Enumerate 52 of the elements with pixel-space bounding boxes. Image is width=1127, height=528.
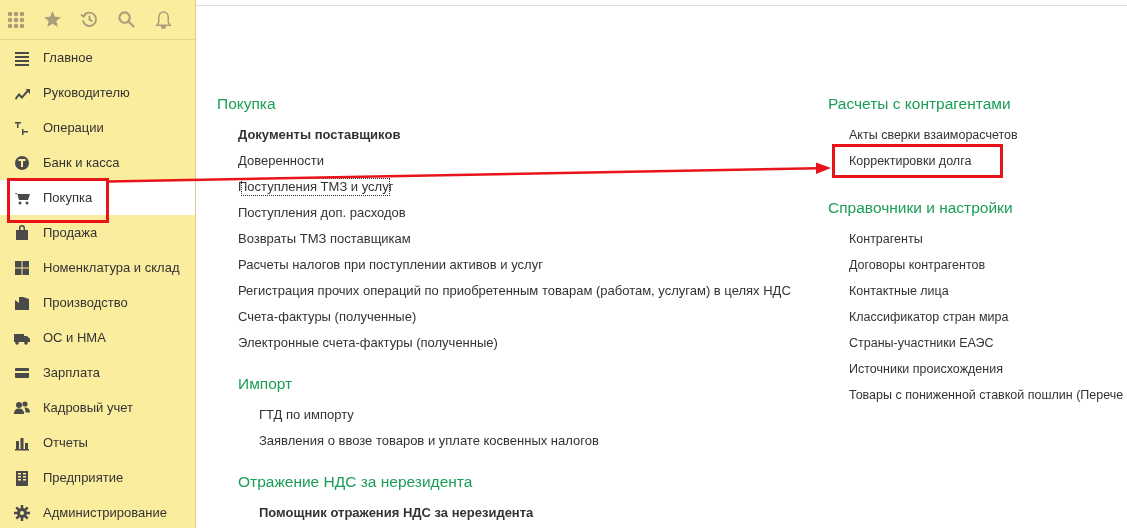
sidebar-item[interactable]: Кадровый учет [0,390,195,425]
building-icon [14,469,30,486]
menu-link[interactable]: Товары с пониженной ставкой пошлин (Перече [849,382,1124,408]
sidebar-item[interactable]: Операции [0,110,195,145]
sidebar-item[interactable]: Продажа [0,215,195,250]
menu-link[interactable]: ГТД по импорту [259,402,354,428]
menu-link[interactable]: Регистрация прочих операций по приобретенным товарам (работам, услугам) в целях НДС [238,278,791,304]
menu-link[interactable]: Электронные счета-фактуры (полученные) [238,330,498,356]
menu-link[interactable]: Счета-фактуры (полученные) [238,304,417,330]
bell-icon[interactable] [154,10,173,29]
gear-icon [14,504,30,521]
sidebar-item[interactable]: Зарплата [0,355,195,390]
menu-link[interactable]: Страны-участники ЕАЭС [849,330,994,356]
section-heading: Импорт [238,374,294,394]
menu-link[interactable]: Поступления ТМЗ и услуг [237,174,395,200]
section-heading: Расчеты с контрагентами [828,94,1012,114]
star-icon[interactable] [43,10,62,29]
menu-icon [14,49,30,66]
sidebar-item[interactable]: Предприятие [0,460,195,495]
menu-link[interactable]: Возвраты ТМЗ поставщикам [238,226,411,252]
coin-icon [14,154,30,171]
menu-link[interactable]: Контрагенты [849,226,923,252]
sidebar-item[interactable]: Покупка [0,180,195,215]
history-icon[interactable] [80,10,99,29]
sidebar-item[interactable]: ОС и НМА [0,320,195,355]
sidebar-item[interactable]: Отчеты [0,425,195,460]
menu-link[interactable]: Поступления доп. расходов [238,200,406,226]
sidebar-item[interactable]: Номенклатура и склад [0,250,195,285]
menu-link[interactable]: Контактные лица [849,278,949,304]
menu-link[interactable]: Помощник отражения НДС за нерезидента [259,500,534,526]
section-heading: Отражение НДС за нерезидента [238,472,474,492]
menu-link[interactable]: Заявления о ввозе товаров и уплате косвенных налогов [259,428,599,454]
section-heading: Покупка [217,94,277,114]
sidebar-item[interactable]: Администрирование [0,495,195,528]
menu-link[interactable]: Корректировки долга [849,148,972,174]
menu-link[interactable]: Договоры контрагентов [849,252,986,278]
section-heading: Справочники и настройки [828,198,1014,218]
menu-link[interactable]: Акты сверки взаиморасчетов [849,122,1018,148]
search-icon[interactable] [117,10,136,29]
menu-link[interactable]: Расчеты налогов при поступлении активов и услуг [238,252,543,278]
sidebar-item[interactable]: Главное [0,40,195,75]
menu-link[interactable]: Источники происхождения [849,356,1003,382]
sidebar-item[interactable]: Производство [0,285,195,320]
menu-link[interactable]: Доверенности [238,148,324,174]
menu-link[interactable]: Классификатор стран мира [849,304,1009,330]
bag-icon [14,224,30,241]
sidebar-item[interactable]: Руководителю [0,75,195,110]
menu-link[interactable]: Документы поставщиков [238,122,401,148]
people-icon [14,399,30,416]
apps-icon[interactable] [7,10,25,29]
sidebar-item[interactable]: Банк и касса [0,145,195,180]
grid-icon [14,259,30,276]
